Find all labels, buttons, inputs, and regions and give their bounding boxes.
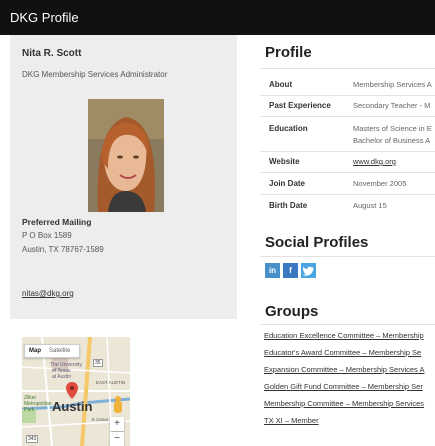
satellite-tab[interactable]: Satellite xyxy=(49,348,70,354)
join-date-label: Join Date xyxy=(269,179,306,188)
education-value-2: Bachelor of Business A xyxy=(353,136,431,145)
highway-35-shield: 35 xyxy=(93,359,103,367)
profile-heading: Profile xyxy=(265,44,312,61)
about-label: About xyxy=(269,80,293,89)
address-line-2: Austin, TX 78767-1589 xyxy=(22,245,104,254)
about-value: Membership Services A xyxy=(353,80,432,89)
website-link[interactable]: www.dkg.org xyxy=(353,157,435,166)
member-role: DKG Membership Services Administrator xyxy=(22,70,168,79)
member-name: Nita R. Scott xyxy=(22,48,82,59)
divider xyxy=(260,256,435,257)
map-label-east-austin: EAST AUSTIN xyxy=(96,380,126,385)
map-type-tabs: Map Satellite xyxy=(24,344,80,358)
education-value-1: Masters of Science in E xyxy=(353,124,432,133)
member-info-panel: Nita R. Scott DKG Membership Services Ad… xyxy=(10,35,237,319)
group-link[interactable]: Membership Committee – Membership Servic… xyxy=(264,399,435,408)
highway-343-shield: 343 xyxy=(26,435,39,443)
window-title: DKG Profile xyxy=(10,10,79,25)
facebook-icon[interactable]: f xyxy=(283,263,298,278)
zoom-out-button[interactable]: − xyxy=(110,432,124,446)
group-link[interactable]: Educator's Award Committee – Membership … xyxy=(264,348,435,357)
profile-details: Profile About Membership Services A Past… xyxy=(237,35,435,446)
map-tab[interactable]: Map xyxy=(29,348,41,354)
divider xyxy=(260,95,435,96)
profile-photo xyxy=(88,99,164,212)
linkedin-icon[interactable]: in xyxy=(265,263,280,278)
birth-date-value: August 15 xyxy=(353,201,387,210)
website-label: Website xyxy=(269,157,300,166)
email-link[interactable]: nitas@dkg.org xyxy=(22,289,74,298)
divider xyxy=(260,151,435,152)
map-label-university-3: at Austin xyxy=(52,374,72,380)
past-experience-label: Past Experience xyxy=(269,101,331,110)
divider xyxy=(260,172,435,173)
title-bar: DKG Profile xyxy=(0,0,435,35)
birth-date-label: Birth Date xyxy=(269,201,308,210)
group-link[interactable]: Golden Gift Fund Committee – Membership … xyxy=(264,382,435,391)
group-link[interactable]: Expansion Committee – Membership Service… xyxy=(264,365,435,374)
divider xyxy=(260,116,435,117)
social-profiles-heading: Social Profiles xyxy=(265,234,369,251)
education-label: Education xyxy=(269,124,308,133)
groups-heading: Groups xyxy=(265,303,319,320)
divider xyxy=(260,194,435,195)
group-link[interactable]: Education Excellence Committee – Members… xyxy=(264,331,435,340)
map-label-e-cesar: E Cesar xyxy=(92,417,109,422)
divider xyxy=(260,324,435,325)
join-date-value: November 2005 xyxy=(353,179,407,188)
map-label-austin: Austin xyxy=(52,399,93,414)
map-label-park: Park xyxy=(24,407,35,413)
twitter-icon[interactable] xyxy=(301,263,316,278)
preferred-mailing-label: Preferred Mailing xyxy=(22,217,92,227)
address-line-1: P O Box 1589 xyxy=(22,231,72,240)
group-link[interactable]: TX XI – Member xyxy=(264,416,435,425)
zoom-in-button[interactable]: + xyxy=(110,417,124,431)
divider xyxy=(260,68,435,69)
past-experience-value: Secondary Teacher - M xyxy=(353,101,431,110)
location-map[interactable]: Map Satellite The University of Texas at… xyxy=(22,337,130,446)
